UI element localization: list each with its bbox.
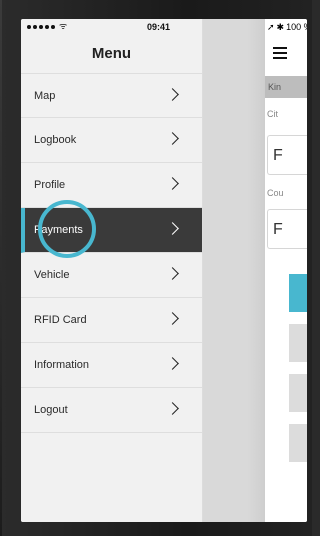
bg-button-2[interactable] [289, 374, 307, 412]
chevron-right-icon [166, 88, 179, 101]
chevron-right-icon [166, 402, 179, 415]
location-icon: ➚ [267, 21, 275, 32]
bg-button-3[interactable] [289, 424, 307, 462]
hamburger-menu-icon[interactable] [273, 47, 287, 59]
stage: ➚ ✱ 100 % Kin Cit F Cou F [0, 0, 312, 536]
bg-button-1[interactable] [289, 324, 307, 362]
bluetooth-icon: ✱ [276, 21, 285, 32]
menu-item-logout[interactable]: Logout [21, 388, 202, 433]
bg-status-bar: ➚ ✱ 100 % [265, 19, 307, 35]
chevron-right-icon [166, 177, 179, 190]
bg-tab-bar[interactable]: Kin [265, 76, 307, 98]
menu-item-payments[interactable]: Payments [21, 208, 202, 253]
city-label: Cit [267, 109, 278, 119]
chevron-right-icon [166, 267, 179, 280]
status-time: 09:41 [147, 22, 171, 32]
background-app: ➚ ✱ 100 % Kin Cit F Cou F [265, 19, 307, 522]
menu-item-map[interactable]: Map [21, 73, 202, 118]
menu-item-label: Logout [34, 404, 68, 416]
city-field[interactable]: F [267, 135, 307, 175]
menu-item-vehicle[interactable]: Vehicle [21, 253, 202, 298]
chevron-right-icon [166, 132, 179, 145]
menu-item-label: RFID Card [34, 314, 87, 326]
phone-frame: ➚ ✱ 100 % Kin Cit F Cou F [2, 0, 312, 536]
menu-item-label: Information [34, 359, 90, 371]
signal-strength-icon: ᯤ [27, 22, 67, 31]
wifi-icon: ᯤ [59, 21, 68, 31]
screen: ➚ ✱ 100 % Kin Cit F Cou F [21, 19, 307, 522]
country-field[interactable]: F [267, 209, 307, 249]
menu-item-label: Profile [34, 179, 66, 191]
menu-title: Menu [91, 45, 132, 62]
side-menu: ᯤ 09:41 Menu Map Logbook Profile Payment… [21, 19, 203, 522]
menu-item-logbook[interactable]: Logbook [21, 118, 202, 163]
menu-item-profile[interactable]: Profile [21, 163, 202, 208]
menu-item-label: Logbook [34, 134, 77, 146]
bg-tab-label: Kin [268, 82, 282, 92]
status-bar: ᯤ 09:41 [21, 19, 202, 35]
menu-item-rfid-card[interactable]: RFID Card [21, 298, 202, 343]
chevron-right-icon [166, 312, 179, 325]
menu-list: Map Logbook Profile Payments Vehicle RFI… [21, 73, 202, 433]
pane-shadow [247, 19, 265, 522]
chevron-right-icon [166, 357, 179, 370]
menu-item-information[interactable]: Information [21, 343, 202, 388]
menu-item-label: Map [34, 90, 56, 102]
bg-primary-button[interactable] [289, 274, 307, 312]
country-label: Cou [267, 188, 284, 198]
menu-item-label: Vehicle [34, 269, 70, 281]
chevron-right-icon [166, 222, 179, 235]
menu-item-label: Payments [34, 224, 83, 236]
battery-percent: 100 % [286, 22, 307, 32]
